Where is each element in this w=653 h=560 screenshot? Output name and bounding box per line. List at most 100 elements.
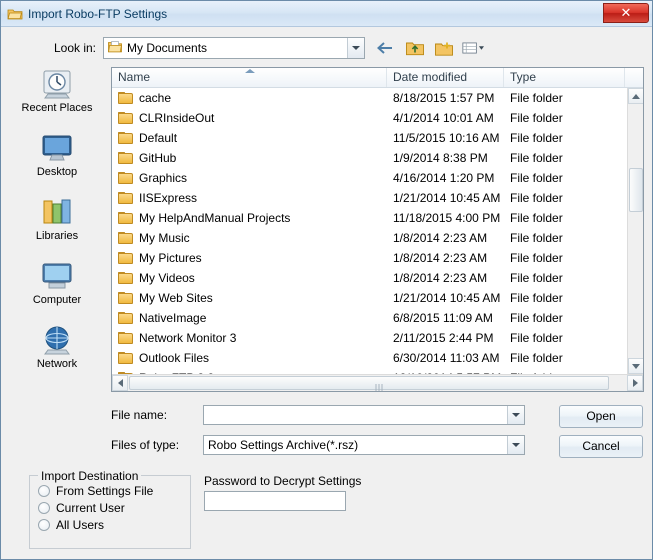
radio-all-users[interactable]: All Users — [38, 518, 190, 532]
table-row[interactable]: My Music1/8/2014 2:23 AMFile folder — [112, 228, 643, 248]
cell-date-modified: 1/8/2014 2:23 AM — [387, 251, 504, 265]
file-name-text: Outlook Files — [139, 351, 209, 365]
cell-type: File folder — [504, 171, 625, 185]
table-row[interactable]: Network Monitor 32/11/2015 2:44 PMFile f… — [112, 328, 643, 348]
cell-name[interactable]: NativeImage — [112, 311, 387, 325]
horizontal-scroll-thumb[interactable] — [129, 376, 609, 390]
cell-name[interactable]: cache — [112, 91, 387, 105]
cell-type: File folder — [504, 251, 625, 265]
file-name-dropdown-arrow[interactable] — [507, 406, 524, 424]
files-of-type-row: Files of type: Robo Settings Archive(*.r… — [111, 435, 525, 455]
table-row[interactable]: NativeImage6/8/2015 11:09 AMFile folder — [112, 308, 643, 328]
file-name-text: GitHub — [139, 151, 176, 165]
vertical-scroll-thumb[interactable] — [629, 168, 643, 212]
table-row[interactable]: My Web Sites1/21/2014 10:45 AMFile folde… — [112, 288, 643, 308]
radio-button-icon[interactable] — [38, 485, 50, 497]
table-row[interactable]: My HelpAndManual Projects11/18/2015 4:00… — [112, 208, 643, 228]
scroll-left-button[interactable] — [112, 375, 128, 391]
table-row[interactable]: My Pictures1/8/2014 2:23 AMFile folder — [112, 248, 643, 268]
libraries-icon — [40, 195, 74, 229]
column-header-name-label: Name — [118, 70, 150, 84]
table-row[interactable]: Default11/5/2015 10:16 AMFile folder — [112, 128, 643, 148]
folder-icon — [118, 212, 133, 224]
files-of-type-value: Robo Settings Archive(*.rsz) — [204, 438, 358, 452]
file-list[interactable]: Name Date modified Type cache8/18/2015 1… — [111, 67, 644, 392]
place-recent-places[interactable]: Recent Places — [7, 67, 107, 129]
radio-label: Current User — [56, 501, 125, 515]
place-computer[interactable]: Computer — [7, 259, 107, 321]
cell-date-modified: 4/1/2014 10:01 AM — [387, 111, 504, 125]
views-list-icon[interactable] — [462, 37, 484, 59]
files-of-type-combo[interactable]: Robo Settings Archive(*.rsz) — [203, 435, 525, 455]
cell-date-modified: 1/9/2014 8:38 PM — [387, 151, 504, 165]
radio-current-user[interactable]: Current User — [38, 501, 190, 515]
cell-name[interactable]: Default — [112, 131, 387, 145]
look-in-dropdown-arrow[interactable] — [347, 38, 364, 58]
place-network[interactable]: Network — [7, 323, 107, 385]
table-row[interactable]: Graphics4/16/2014 1:20 PMFile folder — [112, 168, 643, 188]
files-of-type-dropdown-arrow[interactable] — [507, 436, 524, 454]
table-row[interactable]: My Videos1/8/2014 2:23 AMFile folder — [112, 268, 643, 288]
folder-up-icon[interactable] — [404, 37, 426, 59]
table-row[interactable]: cache8/18/2015 1:57 PMFile folder — [112, 88, 643, 108]
scroll-right-button[interactable] — [627, 375, 643, 391]
radio-from-settings-file[interactable]: From Settings File — [38, 484, 190, 498]
look-in-combo[interactable]: My Documents — [103, 37, 365, 59]
open-button[interactable]: Open — [559, 405, 643, 428]
table-row[interactable]: CLRInsideOut4/1/2014 10:01 AMFile folder — [112, 108, 643, 128]
cell-type: File folder — [504, 231, 625, 245]
radio-button-icon[interactable] — [38, 519, 50, 531]
cell-name[interactable]: My Web Sites — [112, 291, 387, 305]
radio-button-icon[interactable] — [38, 502, 50, 514]
file-name-text: My HelpAndManual Projects — [139, 211, 290, 225]
column-header-type[interactable]: Type — [504, 68, 625, 87]
file-name-input[interactable] — [204, 407, 504, 423]
file-name-combo[interactable] — [203, 405, 525, 425]
folder-icon — [118, 352, 133, 364]
cell-date-modified: 4/16/2014 1:20 PM — [387, 171, 504, 185]
cell-type: File folder — [504, 131, 625, 145]
cell-date-modified: 1/8/2014 2:23 AM — [387, 231, 504, 245]
status-bar — [1, 551, 652, 559]
file-list-rows: cache8/18/2015 1:57 PMFile folderCLRInsi… — [112, 88, 643, 374]
scroll-up-button[interactable] — [628, 88, 644, 104]
vertical-scrollbar[interactable] — [627, 88, 643, 374]
horizontal-scrollbar[interactable] — [112, 374, 643, 391]
cell-name[interactable]: My Pictures — [112, 251, 387, 265]
place-label: Desktop — [37, 166, 77, 178]
password-field[interactable] — [204, 491, 346, 511]
arrow-left-icon[interactable] — [375, 37, 397, 59]
cell-name[interactable]: CLRInsideOut — [112, 111, 387, 125]
recent-places-icon — [40, 67, 74, 101]
file-name-label: File name: — [111, 408, 203, 422]
place-libraries[interactable]: Libraries — [7, 195, 107, 257]
cell-type: File folder — [504, 91, 625, 105]
column-header-date-modified[interactable]: Date modified — [387, 68, 504, 87]
cell-name[interactable]: Outlook Files — [112, 351, 387, 365]
cell-name[interactable]: GitHub — [112, 151, 387, 165]
cell-name[interactable]: My HelpAndManual Projects — [112, 211, 387, 225]
folder-icon — [118, 112, 133, 124]
scroll-down-button[interactable] — [628, 358, 644, 374]
look-in-value: My Documents — [127, 41, 207, 55]
folder-icon — [118, 172, 133, 184]
table-row[interactable]: GitHub 1/9/2014 8:38 PMFile folder — [112, 148, 643, 168]
new-folder-icon[interactable] — [433, 37, 455, 59]
table-row[interactable]: IISExpress1/21/2014 10:45 AMFile folder — [112, 188, 643, 208]
cell-name[interactable]: My Music — [112, 231, 387, 245]
place-desktop[interactable]: Desktop — [7, 131, 107, 193]
password-input[interactable] — [205, 492, 343, 508]
table-row[interactable]: Outlook Files6/30/2014 11:03 AMFile fold… — [112, 348, 643, 368]
window-title: Import Robo-FTP Settings — [28, 7, 167, 21]
close-button[interactable]: ✕ — [603, 3, 649, 23]
cell-name[interactable]: My Videos — [112, 271, 387, 285]
folder-icon — [118, 232, 133, 244]
cancel-button[interactable]: Cancel — [559, 435, 643, 458]
cell-name[interactable]: Network Monitor 3 — [112, 331, 387, 345]
cell-date-modified: 2/11/2015 2:44 PM — [387, 331, 504, 345]
cell-name[interactable]: Graphics — [112, 171, 387, 185]
files-of-type-label: Files of type: — [111, 438, 203, 452]
column-header-name[interactable]: Name — [112, 68, 387, 87]
cell-type: File folder — [504, 151, 625, 165]
cell-name[interactable]: IISExpress — [112, 191, 387, 205]
